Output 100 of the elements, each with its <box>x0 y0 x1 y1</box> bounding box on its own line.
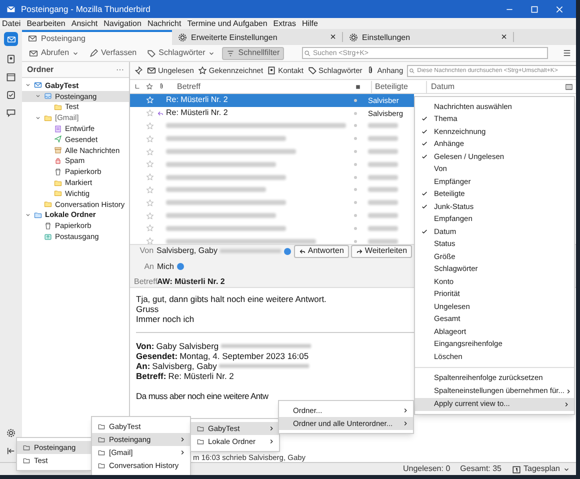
paper-plane-icon <box>54 135 62 144</box>
menu-item[interactable]: Nachricht <box>147 20 182 28</box>
tag-icon <box>146 48 156 58</box>
field-label: Von <box>138 245 154 257</box>
tab[interactable]: Posteingang <box>22 30 172 45</box>
header-button[interactable]: Antworten <box>294 244 349 258</box>
checkmark-icon <box>421 228 428 235</box>
body-text: Immer noch ich <box>136 314 194 324</box>
toolbar-button[interactable]: Schlagwörter <box>144 46 218 60</box>
forward-icon <box>356 248 363 254</box>
field-value: Gaby Salvisberg <box>156 341 311 351</box>
outbox-icon <box>44 232 52 241</box>
blurred-text <box>368 136 398 142</box>
archive-icon <box>54 146 62 154</box>
column-picker-icon <box>565 82 573 90</box>
blurred-text <box>220 249 282 253</box>
star-icon <box>146 186 154 194</box>
star-icon <box>146 173 154 182</box>
star-icon <box>146 122 154 130</box>
close-icon <box>555 4 564 14</box>
task-icon[interactable] <box>6 90 16 100</box>
trash-icon <box>44 222 52 230</box>
field-value: Re: Müsterli Nr. 2 <box>168 371 234 381</box>
menu-item[interactable]: Ansicht <box>71 20 98 28</box>
star-icon <box>146 198 154 207</box>
caret-icon <box>563 466 570 472</box>
body-text: Tja, gut, dann gibts halt noch eine weitere Antwort. <box>136 294 326 304</box>
toolbar-button[interactable]: Schnellfilter <box>222 46 284 60</box>
star-icon <box>146 134 154 143</box>
gear-icon <box>178 33 187 42</box>
envelope-icon <box>29 48 38 58</box>
tag-icon <box>308 66 316 75</box>
status-text: Gesamt: 35 <box>460 463 502 475</box>
subject-text: Re: Müsterli Nr. 2 <box>166 94 228 106</box>
calendar-icon[interactable] <box>6 72 16 82</box>
blurred-text <box>368 149 398 154</box>
menu-item[interactable]: Bearbeiten <box>26 20 66 28</box>
envelope-icon <box>28 34 37 43</box>
thread-icon <box>134 83 141 90</box>
caret-icon <box>72 50 80 56</box>
blurred-text <box>368 226 398 231</box>
mail-button[interactable] <box>4 32 18 46</box>
header-button[interactable]: Weiterleiten <box>350 244 412 258</box>
pin-icon <box>134 66 143 75</box>
toolbar-button[interactable]: Abrufen <box>26 46 82 60</box>
today-pane-button[interactable]: Tagesplan <box>512 463 570 475</box>
paperclip-icon <box>158 83 165 90</box>
pencil-icon <box>89 48 98 58</box>
menu-icon <box>562 48 572 58</box>
menu-item[interactable]: Datei <box>2 20 21 28</box>
field-label: An: <box>136 361 150 371</box>
column-header[interactable]: Beteiligte <box>371 80 426 92</box>
blurred-text <box>368 123 398 128</box>
menu-item[interactable]: Hilfe <box>302 20 318 28</box>
close-tab-button[interactable]: × <box>501 32 507 42</box>
window-title: Posteingang - Mozilla Thunderbird <box>21 2 150 16</box>
reply-icon <box>298 248 306 254</box>
field-label: Von: <box>136 341 154 351</box>
menu-item[interactable]: Extras <box>273 20 296 28</box>
tab[interactable]: Erweiterte Einstellungen × <box>172 30 342 45</box>
expand-icon <box>25 212 31 218</box>
column-header[interactable]: Datum <box>426 80 565 92</box>
star-icon <box>146 148 154 156</box>
maximize-icon <box>530 4 539 14</box>
star-icon <box>146 212 154 220</box>
pane-title: Ordner <box>27 64 54 76</box>
menu-item[interactable]: Termine und Aufgaben <box>187 20 268 28</box>
chat-icon[interactable] <box>6 108 16 118</box>
trash-icon <box>54 168 62 176</box>
gear-icon <box>349 33 358 42</box>
star-icon <box>146 237 154 244</box>
account-icon <box>34 81 42 90</box>
blurred-text <box>368 200 398 206</box>
more-button[interactable]: ··· <box>116 64 124 76</box>
menu-item[interactable]: Navigation <box>104 20 142 28</box>
blurred-text <box>368 187 398 192</box>
field-label: Gesendet: <box>136 351 178 361</box>
body-text: Gruss <box>136 304 159 314</box>
star-icon <box>146 109 154 118</box>
star-icon <box>198 66 207 75</box>
inbox-icon <box>44 92 52 100</box>
address-book-icon[interactable] <box>6 54 16 64</box>
search-icon <box>304 50 311 56</box>
blurred-text <box>368 238 398 244</box>
column-header[interactable]: Betreff <box>177 80 355 92</box>
search-icon <box>409 68 416 74</box>
contact-icon <box>267 66 276 75</box>
junk-icon <box>355 84 361 90</box>
status-text: Ungelesen: 0 <box>403 463 450 475</box>
blurred-text <box>368 162 398 167</box>
expand-icon <box>35 114 41 121</box>
field-label: Betreff: <box>136 371 166 381</box>
star-icon <box>146 96 154 104</box>
subject-text: Re: Müsterli Nr. 2 <box>166 107 228 120</box>
tab[interactable]: Einstellungen × <box>343 30 513 45</box>
envelope-icon <box>6 4 16 14</box>
info-icon <box>284 248 291 254</box>
close-tab-button[interactable]: × <box>330 32 336 42</box>
toolbar-button[interactable]: Verfassen <box>86 46 140 60</box>
star-icon <box>146 224 154 232</box>
